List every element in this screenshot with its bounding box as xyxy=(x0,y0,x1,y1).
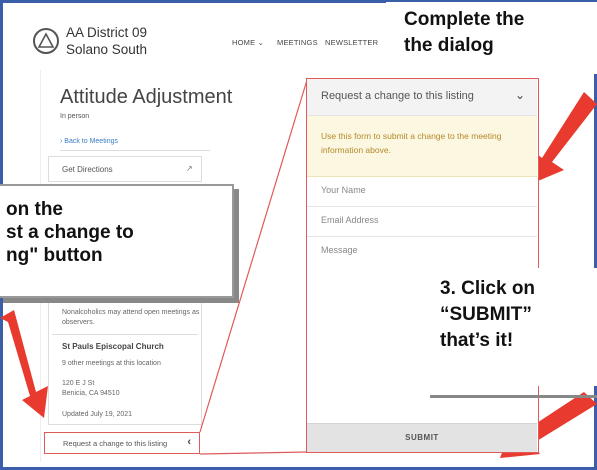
callout-step-1: on the st a change to ng" button xyxy=(0,184,234,298)
dialog-title: Request a change to this listing xyxy=(321,90,474,102)
callout-step-1-line1: on the xyxy=(6,199,63,220)
callout-step-1-line2: st a change to xyxy=(6,222,134,243)
message-placeholder: Message xyxy=(321,245,358,255)
submit-label: SUBMIT xyxy=(405,433,439,442)
callout-step-3-line1: 3. Click on xyxy=(440,278,536,299)
arrow-1-icon xyxy=(0,310,48,418)
callout-step-2-line1: Complete the xyxy=(404,9,525,30)
email-placeholder: Email Address xyxy=(321,215,379,225)
callout-step-3-line2: “SUBMIT” xyxy=(440,304,532,325)
dialog-info-banner: Use this form to submit a change to the … xyxy=(307,116,537,177)
email-field[interactable]: Email Address xyxy=(307,206,537,237)
callout-step-2: Complete the the dialog xyxy=(386,2,597,74)
callout-step-3-underline xyxy=(430,395,597,398)
chevron-down-icon[interactable]: ⌄ xyxy=(515,88,525,102)
callout-step-3-line3: that’s it! xyxy=(440,330,514,351)
name-field[interactable]: Your Name xyxy=(307,176,537,207)
dialog-header[interactable]: Request a change to this listing ⌄ xyxy=(307,79,537,116)
submit-button[interactable]: SUBMIT xyxy=(307,423,537,452)
callout-step-2-line2: the dialog xyxy=(404,35,494,56)
name-placeholder: Your Name xyxy=(321,185,366,195)
callout-step-1-line3: ng" button xyxy=(6,245,103,266)
dialog-info-text: Use this form to submit a change to the … xyxy=(321,131,502,155)
callout-step-3: 3. Click on “SUBMIT” that’s it! xyxy=(428,268,597,386)
zoom-line-bottom xyxy=(199,451,308,455)
